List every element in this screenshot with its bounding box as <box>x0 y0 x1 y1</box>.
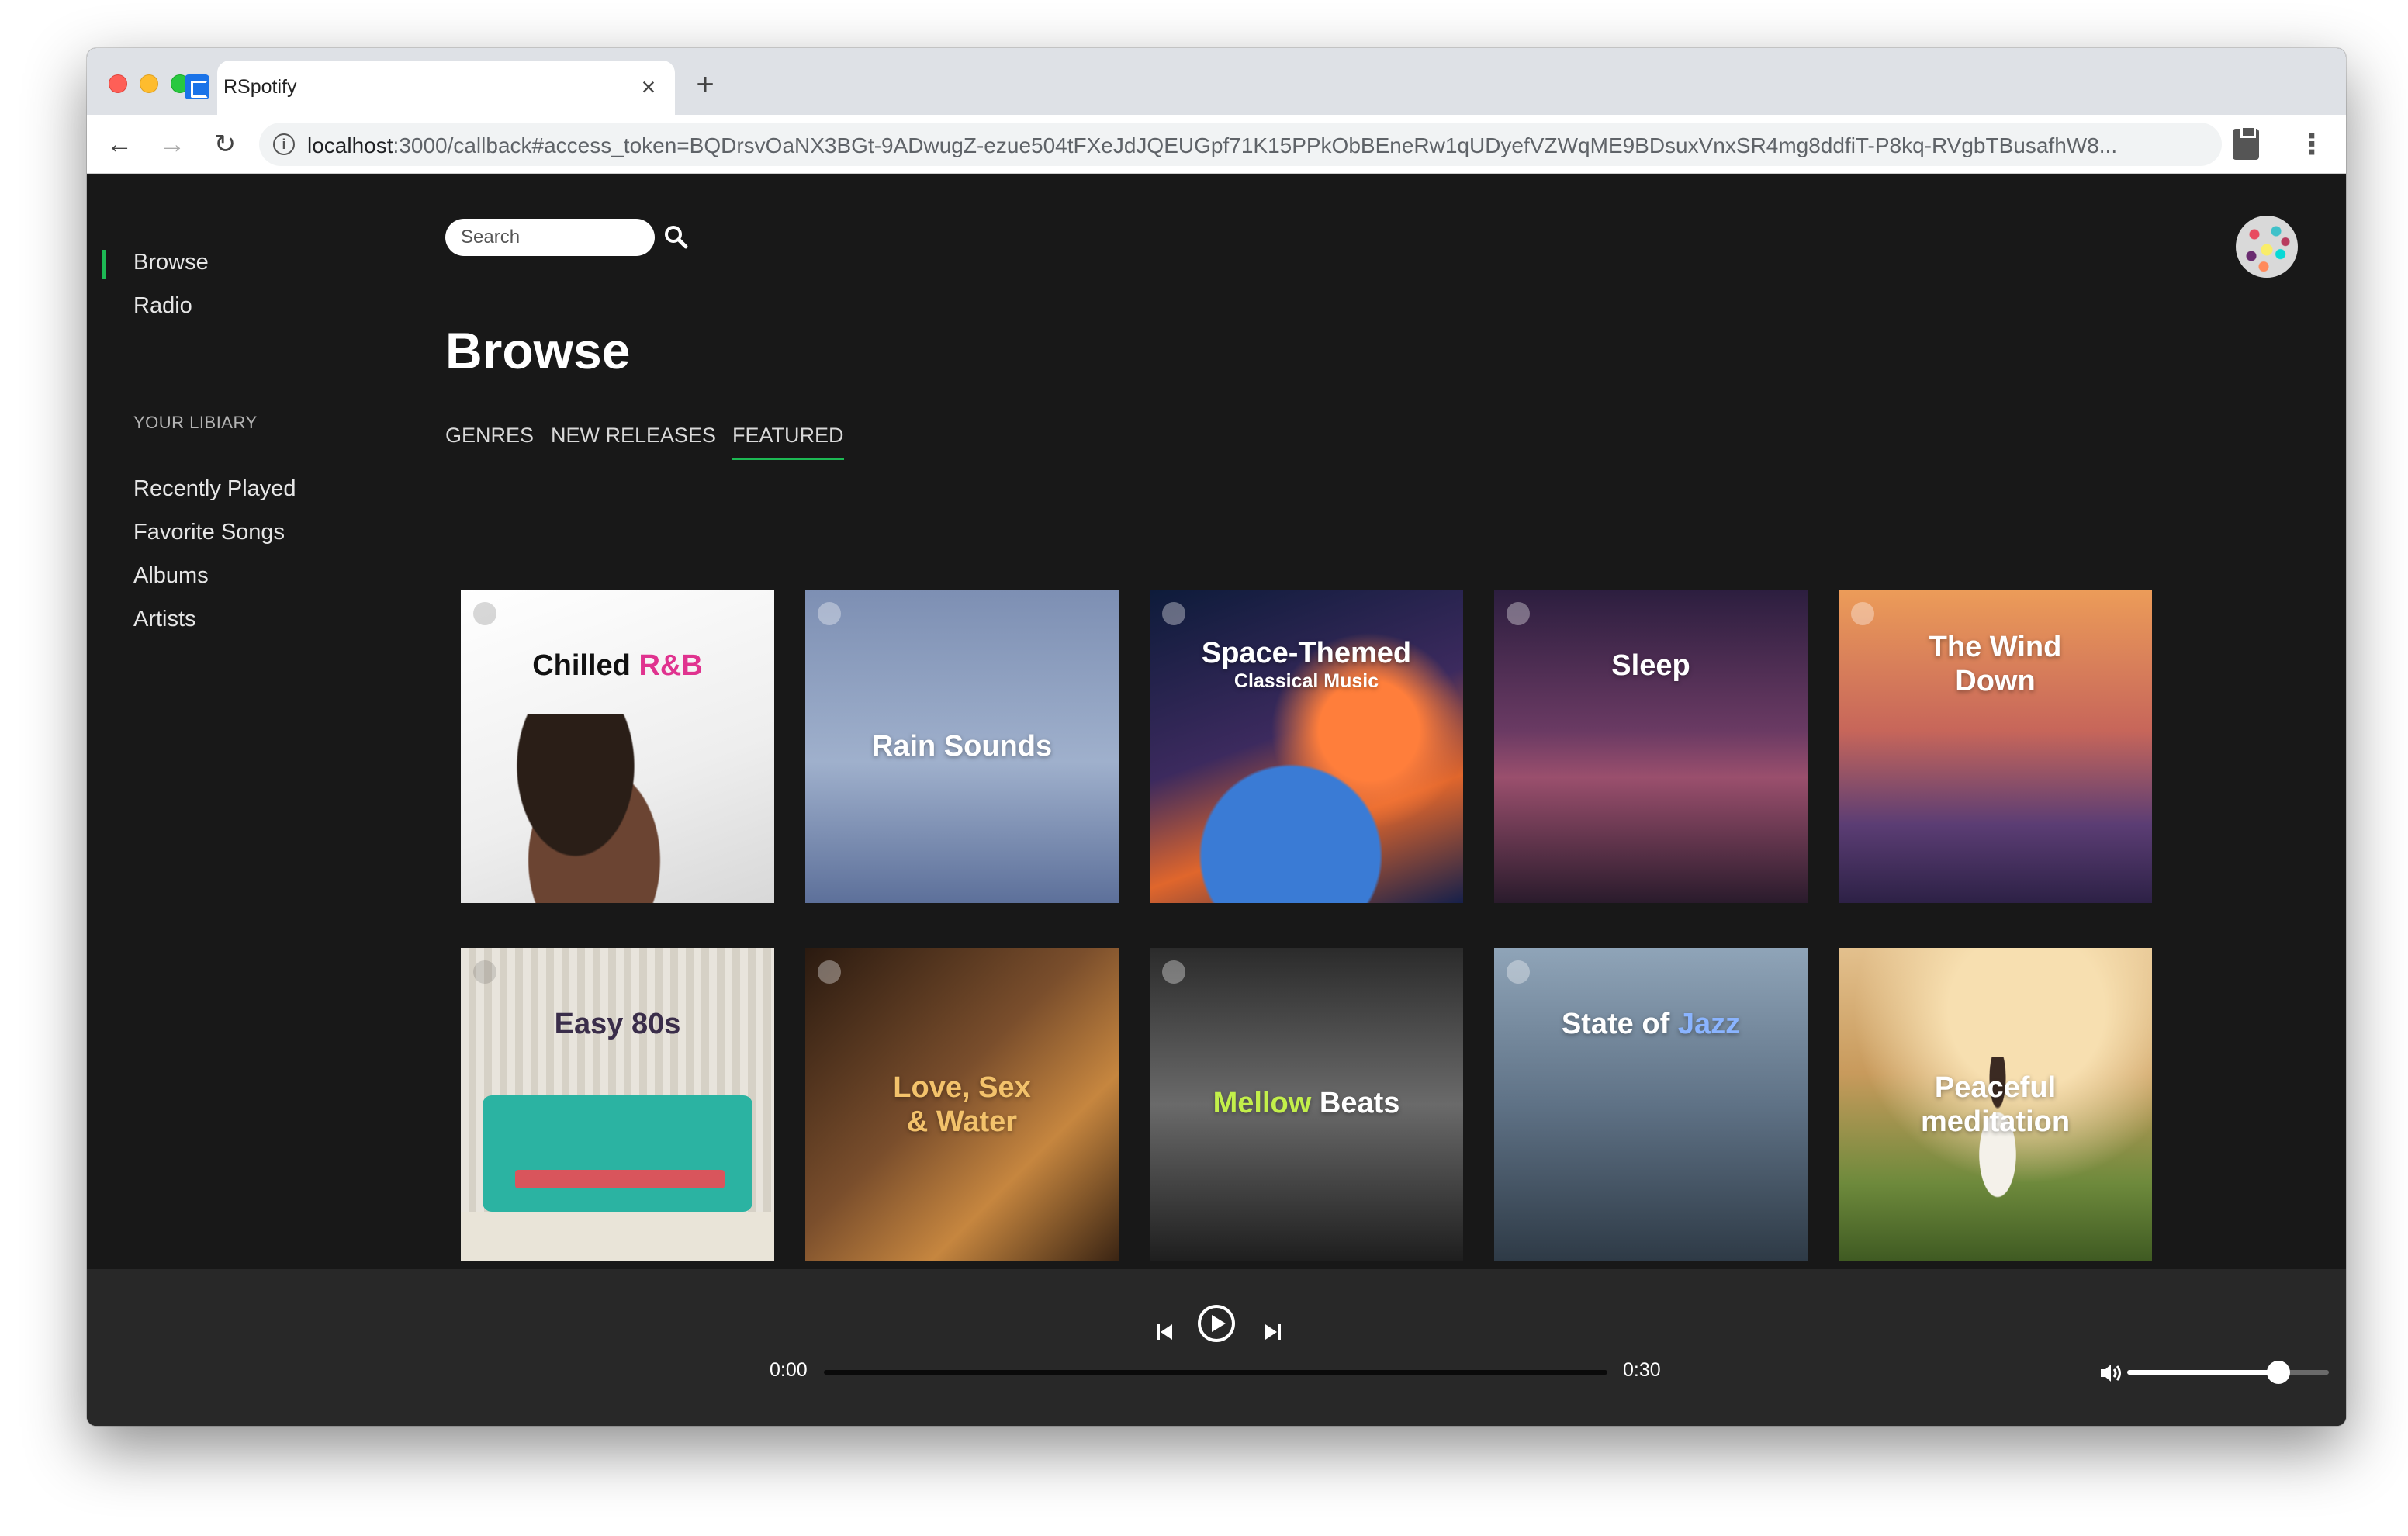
next-track-icon[interactable] <box>1261 1320 1285 1344</box>
spotify-logo-icon <box>818 602 841 625</box>
search-box <box>445 219 655 256</box>
playlist-title-main: Space-Themed <box>1201 637 1412 669</box>
spotify-logo-icon <box>1507 602 1530 625</box>
tab-genres[interactable]: GENRES <box>445 424 534 448</box>
sidebar-item-artists[interactable]: Artists <box>133 607 196 632</box>
playlist-card[interactable]: State of Jazz <box>1494 948 1808 1261</box>
playlist-card[interactable]: Sleep <box>1494 590 1808 903</box>
duration: 0:30 <box>1623 1359 1661 1381</box>
spotify-logo-icon <box>473 960 496 984</box>
sidebar-item-favorite-songs[interactable]: Favorite Songs <box>133 520 285 545</box>
close-window-button[interactable] <box>109 74 127 93</box>
playlist-card[interactable]: Easy 80s <box>461 948 774 1261</box>
playlist-title-main: Chilled <box>532 649 631 682</box>
page-title: Browse <box>445 322 631 379</box>
playlist-title: Peaceful meditation <box>1920 1071 2071 1138</box>
previous-track-icon[interactable] <box>1153 1320 1176 1344</box>
app-favicon-icon <box>185 74 209 99</box>
playlist-card[interactable]: Space-Themed Classical Music <box>1150 590 1463 903</box>
url-host: localhost <box>307 133 393 157</box>
playlist-title-accent: Beats <box>1319 1087 1400 1119</box>
playlist-card[interactable]: Peaceful meditation <box>1839 948 2152 1261</box>
active-tab-underline <box>732 458 844 460</box>
sidebar-active-indicator <box>102 250 106 279</box>
progress-bar[interactable] <box>824 1370 1607 1375</box>
close-tab-icon[interactable]: × <box>633 71 664 102</box>
cover-art-table <box>515 1170 725 1188</box>
browser-menu-icon[interactable]: ⋮ <box>2298 126 2326 163</box>
search-input[interactable] <box>461 219 647 256</box>
new-tab-button[interactable]: + <box>687 67 723 102</box>
playlist-card[interactable]: Rain Sounds <box>805 590 1119 903</box>
sidebar-item-recently-played[interactable]: Recently Played <box>133 476 296 502</box>
playlist-title: Rain Sounds <box>871 730 1053 763</box>
reload-icon[interactable]: ↻ <box>206 126 244 163</box>
playlist-title: Mellow Beats <box>1150 1086 1463 1120</box>
playlist-title: Easy 80s <box>554 1008 681 1040</box>
minimize-window-button[interactable] <box>140 74 158 93</box>
search-icon[interactable] <box>663 223 689 250</box>
playlist-card[interactable]: Love, Sex & Water <box>805 948 1119 1261</box>
playlist-card[interactable]: Mellow Beats <box>1150 948 1463 1261</box>
tab-new-releases[interactable]: NEW RELEASES <box>551 424 716 448</box>
playlist-title: Chilled R&B <box>461 649 774 683</box>
current-time: 0:00 <box>770 1359 808 1381</box>
spotify-logo-icon <box>1851 602 1874 625</box>
cover-art-floor <box>461 1212 774 1261</box>
playlist-subtitle: Classical Music <box>1233 670 1379 692</box>
sidebar-item-albums[interactable]: Albums <box>133 563 209 589</box>
spotify-logo-icon <box>1162 602 1185 625</box>
sidebar-library-heading: YOUR LIBIARY <box>133 413 258 432</box>
playlist-title: Sleep <box>1611 649 1690 682</box>
play-button-icon[interactable] <box>1196 1303 1237 1344</box>
playlist-title-main: Mellow <box>1213 1087 1312 1119</box>
spotify-logo-icon <box>1507 960 1530 984</box>
forward-arrow-icon[interactable]: → <box>154 126 191 163</box>
tab-title: RSpotify <box>223 76 297 98</box>
spotify-logo-icon <box>473 602 496 625</box>
playlist-title-accent: R&B <box>638 649 703 682</box>
cover-art-sofa <box>483 1095 752 1212</box>
browser-tab[interactable]: RSpotify × <box>185 61 675 115</box>
playlist-card[interactable]: Chilled R&B <box>461 590 774 903</box>
tab-featured[interactable]: FEATURED <box>732 424 844 460</box>
playlist-title: Love, Sex & Water <box>893 1071 1031 1138</box>
volume-icon[interactable] <box>2099 1362 2124 1384</box>
volume-slider[interactable] <box>2127 1361 2329 1384</box>
cover-art <box>492 714 678 903</box>
extension-clipboard-icon[interactable] <box>2233 126 2259 160</box>
spotify-logo-icon <box>818 960 841 984</box>
playlist-title-main: State of <box>1561 1008 1670 1040</box>
playlist-title: State of Jazz <box>1494 1007 1808 1041</box>
spotify-logo-icon <box>1162 960 1185 984</box>
volume-slider-thumb[interactable] <box>2267 1361 2290 1384</box>
sidebar-item-browse[interactable]: Browse <box>133 250 209 275</box>
url-path: :3000/callback#access_token=BQDrsvOaNX3B… <box>393 133 2118 157</box>
url-text[interactable]: localhost:3000/callback#access_token=BQD… <box>307 133 2200 158</box>
back-arrow-icon[interactable]: ← <box>101 126 138 163</box>
player-bar: 0:00 0:30 <box>87 1269 2346 1426</box>
browser-window: RSpotify × + ← → ↻ i localhost:3000/call… <box>87 48 2346 1426</box>
volume-fill <box>2127 1370 2278 1375</box>
site-info-icon[interactable]: i <box>273 133 295 155</box>
playlist-title: Space-Themed Classical Music <box>1150 636 1463 692</box>
playlist-title: The Wind Down <box>1929 631 2062 697</box>
sidebar: Browse Radio YOUR LIBIARY Recently Playe… <box>87 174 428 1426</box>
url-field[interactable]: i localhost:3000/callback#access_token=B… <box>259 123 2222 166</box>
sidebar-item-radio[interactable]: Radio <box>133 293 192 319</box>
user-avatar[interactable] <box>2236 216 2298 278</box>
playlist-title-accent: Jazz <box>1677 1008 1741 1040</box>
playlist-card[interactable]: The Wind Down <box>1839 590 2152 903</box>
app-root: Browse Radio YOUR LIBIARY Recently Playe… <box>87 174 2346 1426</box>
browser-tab-bar: RSpotify × + <box>87 48 2346 115</box>
tab-featured-label: FEATURED <box>732 424 844 447</box>
browser-address-bar: ← → ↻ i localhost:3000/callback#access_t… <box>87 115 2346 174</box>
